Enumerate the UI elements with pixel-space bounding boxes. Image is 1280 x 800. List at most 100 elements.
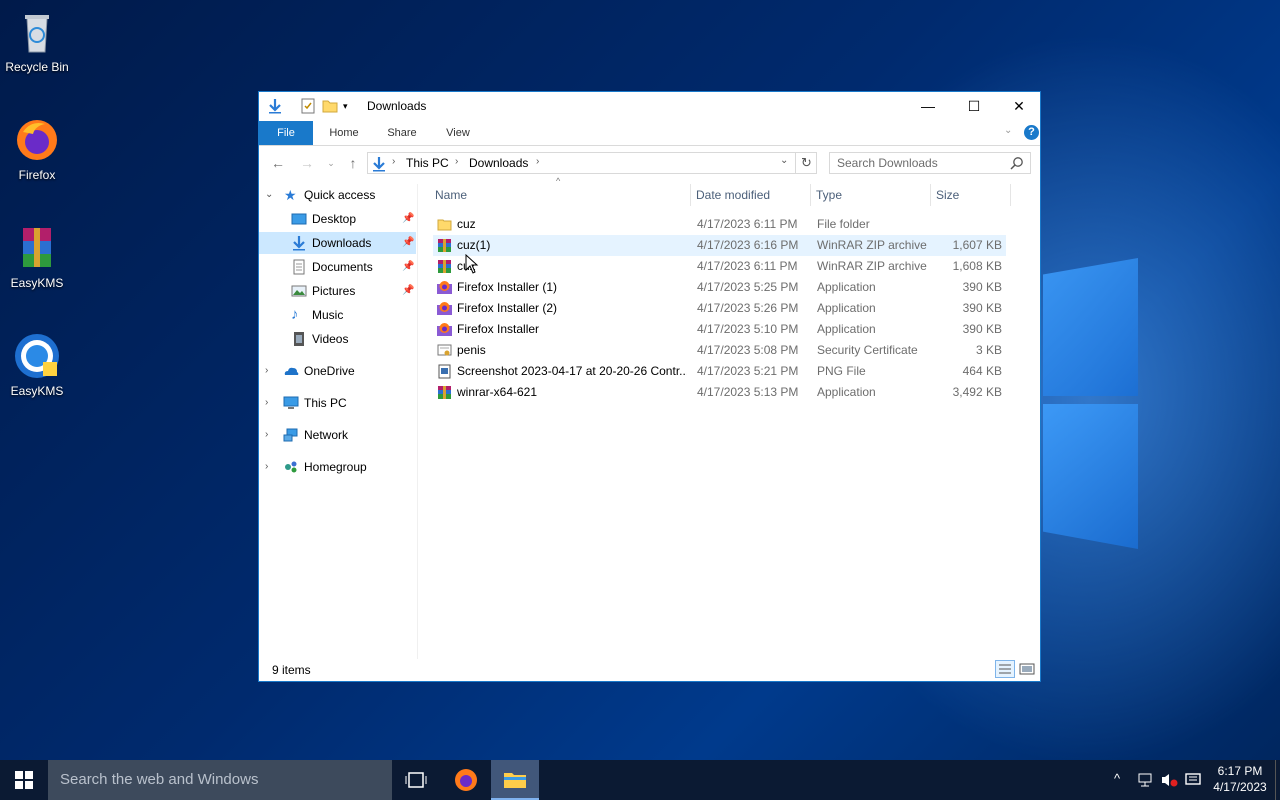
minimize-button[interactable]: — <box>905 92 951 120</box>
file-row[interactable]: winrar-x64-621 4/17/2023 5:13 PM Applicati… <box>433 382 1006 403</box>
desktop-icon-label: EasyKMS <box>10 276 64 290</box>
file-row[interactable]: Firefox Installer (2) 4/17/2023 5:26 PM Ap… <box>433 298 1006 319</box>
status-bar: 9 items <box>259 659 1040 681</box>
zip-archive-icon <box>437 238 452 253</box>
nav-network[interactable]: › Network <box>259 424 416 446</box>
network-tray-icon[interactable] <box>1137 772 1153 791</box>
file-row[interactable]: cuz 4/17/2023 6:11 PM File folder <box>433 214 1006 235</box>
back-button[interactable]: ← <box>267 152 289 174</box>
firefox-icon <box>455 769 477 791</box>
file-size: 3 KB <box>975 343 1002 357</box>
nav-label: Videos <box>312 332 349 346</box>
file-name: Firefox Installer <box>457 322 540 336</box>
tab-file[interactable]: File <box>259 121 313 145</box>
address-bar[interactable]: › This PC › Downloads › ⌄ ↻ <box>367 152 817 174</box>
taskbar-search-input[interactable]: Search the web and Windows <box>48 760 392 800</box>
ribbon-tabs: File Home Share View ⌄ ? <box>259 121 1040 146</box>
file-row[interactable]: Screenshot 2023-04-17 at 20-20-26 Contr.… <box>433 361 1006 382</box>
expand-chevron-icon[interactable]: › <box>265 424 268 446</box>
new-folder-icon[interactable] <box>322 98 338 114</box>
nav-quick-access[interactable]: ⌄ ★ Quick access <box>259 184 416 206</box>
expand-chevron-icon[interactable]: › <box>265 360 268 382</box>
mouse-cursor-icon <box>465 254 479 274</box>
properties-icon[interactable] <box>301 98 315 114</box>
desktop-icon-recycle-bin[interactable]: Recycle Bin <box>0 8 74 74</box>
column-header-size[interactable]: Size <box>930 184 1011 206</box>
action-center-icon[interactable] <box>1185 772 1201 791</box>
nav-this-pc[interactable]: › This PC <box>259 392 416 414</box>
file-row[interactable]: Firefox Installer (1) 4/17/2023 5:25 PM Ap… <box>433 277 1006 298</box>
up-button[interactable]: ↑ <box>342 152 364 174</box>
window-title: Downloads <box>367 99 427 113</box>
breadcrumb-separator-icon: › <box>392 156 396 167</box>
title-bar[interactable]: ▾ Downloads — ☐ ✕ <box>259 92 1040 120</box>
task-view-button[interactable] <box>392 760 440 800</box>
firefox-icon <box>13 116 61 164</box>
nav-pictures[interactable]: Pictures 📌 <box>259 280 416 302</box>
breadcrumb-this-pc[interactable]: This PC <box>406 156 449 170</box>
winrar-installer-icon <box>437 385 452 400</box>
expand-ribbon-chevron-icon[interactable]: ⌄ <box>1004 125 1012 136</box>
nav-music[interactable]: ♪ Music <box>259 304 416 326</box>
file-date-modified: 4/17/2023 5:25 PM <box>697 280 799 294</box>
computer-icon <box>283 395 299 411</box>
refresh-button[interactable]: ↻ <box>795 153 817 173</box>
column-header-date[interactable]: Date modified <box>690 184 811 206</box>
expand-chevron-icon[interactable]: › <box>265 392 268 414</box>
recent-locations-chevron-icon[interactable]: ⌄ <box>320 152 342 174</box>
breadcrumb-separator-icon: › <box>455 156 459 167</box>
large-icons-view-icon[interactable] <box>1019 661 1035 684</box>
expand-chevron-icon[interactable]: › <box>265 456 268 478</box>
file-explorer-icon <box>504 773 526 788</box>
tab-share[interactable]: Share <box>381 121 423 145</box>
maximize-button[interactable]: ☐ <box>951 92 997 120</box>
nav-documents[interactable]: Documents 📌 <box>259 256 416 278</box>
windows-logo-icon <box>15 771 33 789</box>
pin-icon[interactable]: 📌 <box>402 256 414 278</box>
nav-label: Homegroup <box>304 460 367 474</box>
show-hidden-icons-chevron-icon[interactable]: ^ <box>1114 771 1120 786</box>
pin-icon[interactable]: 📌 <box>402 280 414 302</box>
file-explorer-window[interactable]: ▾ Downloads — ☐ ✕ File Home Share View ⌄… <box>258 91 1041 682</box>
details-view-icon[interactable] <box>995 660 1015 678</box>
pin-icon[interactable]: 📌 <box>402 232 414 254</box>
help-icon[interactable]: ? <box>1024 125 1039 140</box>
file-row[interactable]: Firefox Installer 4/17/2023 5:10 PM Applic… <box>433 319 1006 340</box>
collapse-chevron-icon[interactable]: ⌄ <box>265 184 273 206</box>
desktop-icon-easykms-winrar[interactable]: EasyKMS <box>0 224 74 290</box>
taskbar-clock[interactable]: 6:17 PM 4/17/2023 <box>1208 763 1272 795</box>
file-size: 390 KB <box>962 280 1002 294</box>
volume-muted-icon[interactable] <box>1160 772 1178 791</box>
nav-homegroup[interactable]: › Homegroup <box>259 456 416 478</box>
breadcrumb-downloads[interactable]: Downloads <box>469 156 528 170</box>
desktop-icon-label: Recycle Bin <box>5 60 69 74</box>
address-dropdown-chevron-icon[interactable]: ⌄ <box>780 155 788 166</box>
taskbar-firefox-button[interactable] <box>442 760 490 800</box>
documents-icon <box>291 259 307 275</box>
nav-downloads[interactable]: Downloads 📌 <box>259 232 416 254</box>
desktop-icon-firefox[interactable]: Firefox <box>0 116 74 182</box>
nav-desktop[interactable]: Desktop 📌 <box>259 208 416 230</box>
tab-view[interactable]: View <box>437 121 479 145</box>
taskbar-file-explorer-button[interactable] <box>491 760 539 800</box>
column-header-name[interactable]: Name <box>429 184 691 206</box>
start-button[interactable] <box>0 760 48 800</box>
column-header-type[interactable]: Type <box>810 184 931 206</box>
nav-videos[interactable]: Videos <box>259 328 416 350</box>
pin-icon[interactable]: 📌 <box>402 208 414 230</box>
file-row[interactable]: cuz 4/17/2023 6:11 PM WinRAR ZIP archive 1,… <box>433 256 1006 277</box>
show-desktop-button[interactable] <box>1275 760 1280 800</box>
forward-button[interactable]: → <box>296 152 318 174</box>
file-row[interactable]: penis 4/17/2023 5:08 PM Security Certifica… <box>433 340 1006 361</box>
desktop-icon-easykms[interactable]: EasyKMS <box>0 332 74 398</box>
clock-time: 6:17 PM <box>1217 764 1263 778</box>
clock-date: 4/17/2023 <box>1213 780 1267 794</box>
desktop-icon-label: Firefox <box>18 168 56 182</box>
search-input[interactable]: Search Downloads <box>829 152 1031 174</box>
customize-toolbar-chevron-icon[interactable]: ▾ <box>343 98 348 114</box>
pane-divider[interactable] <box>417 184 418 659</box>
close-button[interactable]: ✕ <box>996 92 1042 120</box>
file-row[interactable]: cuz(1) 4/17/2023 6:16 PM WinRAR ZIP archiv… <box>433 235 1006 256</box>
nav-onedrive[interactable]: › OneDrive <box>259 360 416 382</box>
tab-home[interactable]: Home <box>323 121 365 145</box>
